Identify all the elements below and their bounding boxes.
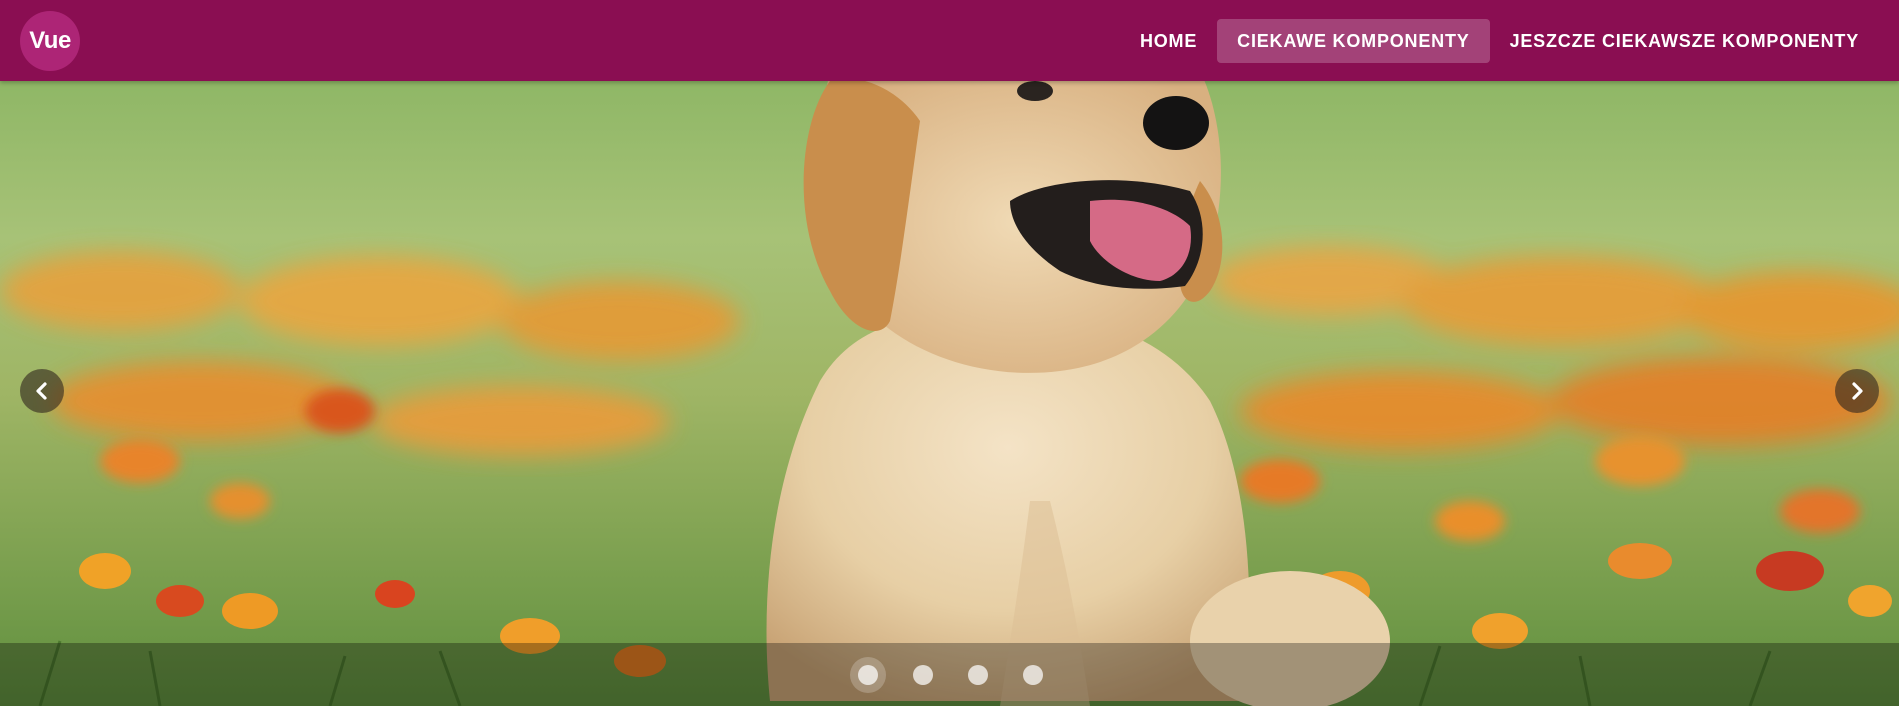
nav-home-label: HOME bbox=[1139, 30, 1198, 51]
nav-ciekawe-komponenty-label: CIEKAWE KOMPONENTY bbox=[1237, 30, 1470, 51]
carousel-slide-image bbox=[0, 81, 1899, 706]
top-nav: HOME CIEKAWE KOMPONENTY JESZCZE CIEKAWSZ… bbox=[1120, 19, 1879, 63]
dot-icon bbox=[858, 665, 878, 685]
chevron-right-icon bbox=[1852, 382, 1863, 400]
carousel-controls bbox=[0, 643, 1899, 706]
chevron-left-icon bbox=[36, 382, 47, 400]
carousel-dot-4[interactable] bbox=[1015, 657, 1051, 693]
carousel-dot-2[interactable] bbox=[905, 657, 941, 693]
app-bar: Vue HOME CIEKAWE KOMPONENTY JESZCZE CIEK… bbox=[0, 0, 1899, 81]
nav-ciekawe-komponenty-button[interactable]: CIEKAWE KOMPONENTY bbox=[1217, 19, 1490, 63]
carousel-dots bbox=[850, 657, 1070, 693]
carousel-dot-3[interactable] bbox=[960, 657, 996, 693]
nav-jeszcze-ciekawsze-komponenty-button[interactable]: JESZCZE CIEKAWSZE KOMPONENTY bbox=[1490, 19, 1879, 63]
carousel-prev-button[interactable] bbox=[20, 369, 64, 413]
carousel-dot-1[interactable] bbox=[850, 657, 886, 693]
logo-text: Vue bbox=[29, 27, 71, 54]
dot-icon bbox=[968, 665, 988, 685]
nav-jeszcze-ciekawsze-komponenty-label: JESZCZE CIEKAWSZE KOMPONENTY bbox=[1509, 30, 1859, 51]
dot-icon bbox=[1023, 665, 1043, 685]
nav-home-button[interactable]: HOME bbox=[1120, 19, 1217, 63]
carousel-next-button[interactable] bbox=[1835, 369, 1879, 413]
vue-logo[interactable]: Vue bbox=[20, 11, 80, 71]
image-carousel bbox=[0, 81, 1899, 706]
dot-icon bbox=[913, 665, 933, 685]
